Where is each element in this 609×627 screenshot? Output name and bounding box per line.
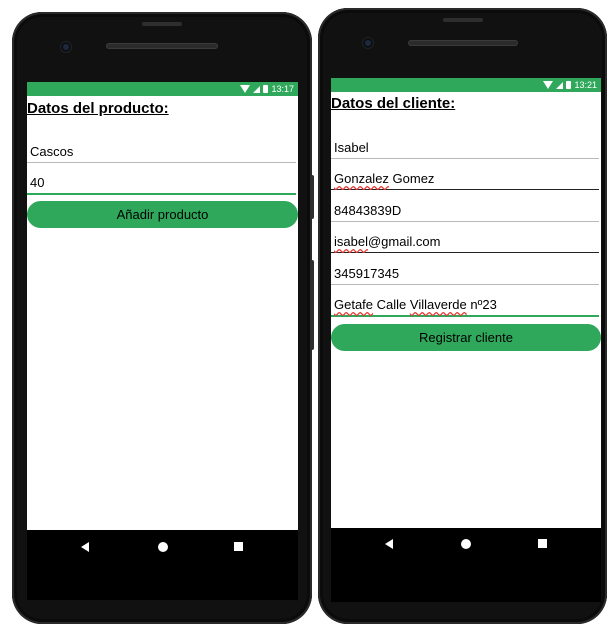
signal-icon	[253, 85, 261, 93]
front-camera	[61, 42, 71, 52]
back-icon[interactable]	[385, 539, 393, 549]
earpiece	[142, 22, 182, 26]
status-time: 13:21	[574, 80, 597, 90]
wifi-icon	[240, 85, 251, 93]
email-part-a: isabel	[334, 234, 368, 249]
last-name-field[interactable]: Gonzalez Gomez	[331, 171, 599, 190]
last-name-part-b: Gomez	[388, 171, 435, 186]
address-part-c: Villaverde	[409, 297, 467, 312]
earpiece	[443, 18, 483, 22]
right-phone: 13:21 Datos del cliente: Isabel Gonzalez…	[318, 8, 607, 624]
battery-icon	[263, 85, 269, 93]
top-speaker	[106, 43, 218, 49]
status-bar: 13:21	[331, 78, 601, 92]
product-name-field[interactable]: Cascos	[27, 144, 296, 163]
add-product-button[interactable]: Añadir producto	[27, 201, 298, 228]
volume-button	[310, 260, 314, 350]
recent-apps-icon[interactable]	[538, 539, 547, 548]
email-part-b: @gmail.com	[367, 234, 441, 249]
address-part-a: Getafe	[334, 297, 374, 312]
register-client-button[interactable]: Registrar cliente	[331, 324, 601, 351]
top-speaker	[408, 40, 518, 46]
address-field[interactable]: Getafe Calle Villaverde nº23	[331, 297, 599, 317]
last-name-part-a: Gonzalez	[334, 171, 389, 186]
home-icon[interactable]	[461, 539, 471, 549]
address-part-b: Calle	[373, 297, 410, 312]
wifi-icon	[543, 81, 554, 89]
email-field[interactable]: isabel@gmail.com	[331, 234, 599, 253]
power-button	[310, 175, 314, 219]
front-camera	[363, 38, 373, 48]
left-phone: 13:17 Datos del producto: Cascos 40 Añad…	[12, 12, 312, 624]
right-screen: 13:21 Datos del cliente: Isabel Gonzalez…	[331, 78, 601, 602]
left-screen: 13:17 Datos del producto: Cascos 40 Añad…	[27, 82, 298, 600]
product-price-field[interactable]: 40	[27, 175, 296, 195]
home-icon[interactable]	[158, 542, 168, 552]
first-name-field[interactable]: Isabel	[331, 140, 599, 159]
address-part-d: nº23	[466, 297, 497, 312]
id-number-field[interactable]: 84843839D	[331, 203, 599, 222]
status-bar: 13:17	[27, 82, 298, 96]
page-title: Datos del producto:	[27, 100, 169, 117]
nav-bar	[27, 530, 298, 600]
page-title: Datos del cliente:	[331, 95, 456, 112]
signal-icon	[556, 81, 564, 89]
phone-field[interactable]: 345917345	[331, 266, 599, 285]
back-icon[interactable]	[81, 542, 89, 552]
recent-apps-icon[interactable]	[234, 542, 243, 551]
status-time: 13:17	[271, 84, 294, 94]
battery-icon	[566, 81, 572, 89]
